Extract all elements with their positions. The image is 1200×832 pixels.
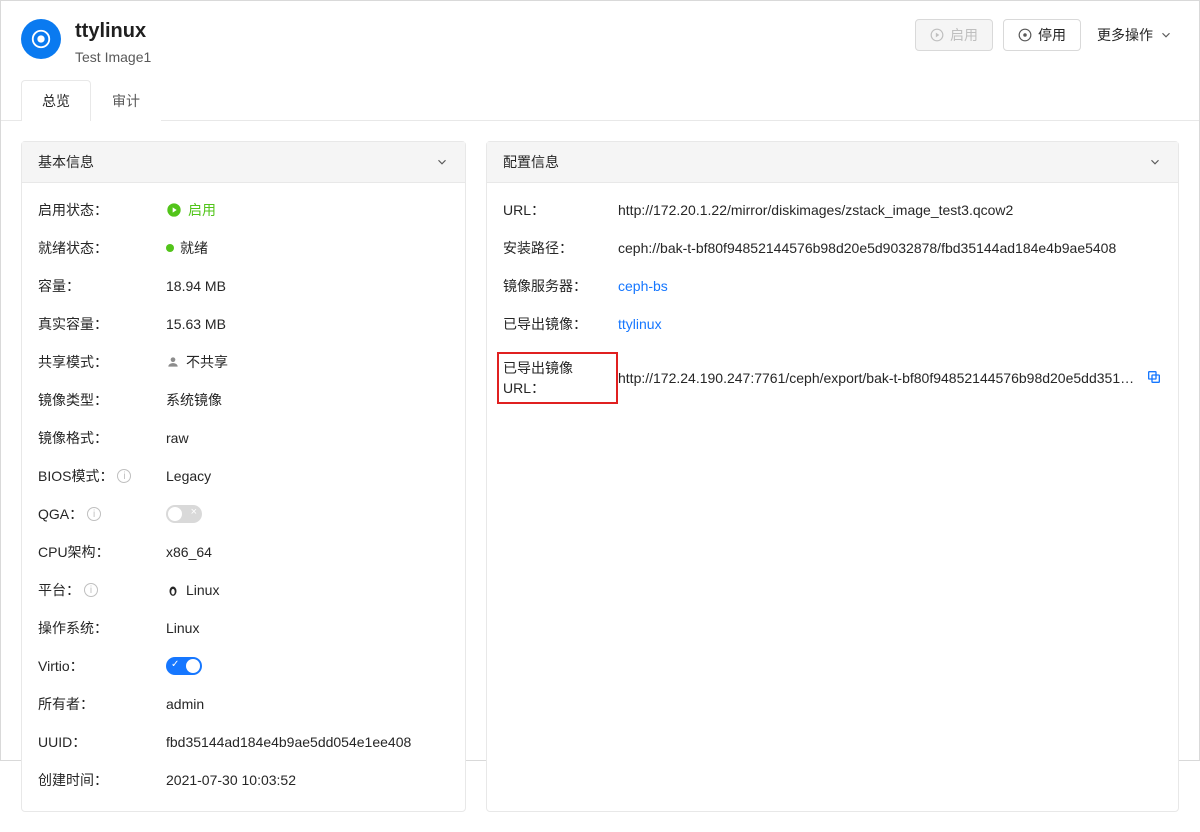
row-size: 容量 18.94 MB xyxy=(38,267,449,305)
row-actual-size: 真实容量 15.63 MB xyxy=(38,305,449,343)
row-virtio: Virtio xyxy=(38,647,449,685)
chevron-down-icon xyxy=(435,155,449,169)
tab-overview[interactable]: 总览 xyxy=(21,80,91,121)
row-enable-status: 启用状态 启用 xyxy=(38,191,449,229)
row-platform: 平台 i Linux xyxy=(38,571,449,609)
row-cpu-arch: CPU架构 x86_64 xyxy=(38,533,449,571)
stop-icon xyxy=(1018,28,1032,42)
info-icon[interactable]: i xyxy=(87,507,101,521)
config-info-panel: 配置信息 URL http://172.20.1.22/mirror/diski… xyxy=(486,141,1179,812)
chevron-down-icon xyxy=(1159,28,1173,42)
page-title: ttylinux xyxy=(75,19,901,43)
linux-icon xyxy=(166,583,180,597)
more-actions-button[interactable]: 更多操作 xyxy=(1091,19,1179,51)
basic-info-panel: 基本信息 启用状态 启用 就绪状态 就绪 xyxy=(21,141,466,812)
enable-button: 启用 xyxy=(915,19,993,51)
qga-toggle[interactable] xyxy=(166,505,202,523)
chevron-down-icon xyxy=(1148,155,1162,169)
disable-button[interactable]: 停用 xyxy=(1003,19,1081,51)
row-mirror-server: 镜像服务器 ceph-bs xyxy=(503,267,1162,305)
basic-info-header[interactable]: 基本信息 xyxy=(22,142,465,183)
row-image-type: 镜像类型 系统镜像 xyxy=(38,381,449,419)
row-exported-image: 已导出镜像 ttylinux xyxy=(503,305,1162,343)
image-logo-icon xyxy=(21,19,61,59)
row-os: 操作系统 Linux xyxy=(38,609,449,647)
page-header: ttylinux Test Image1 启用 停用 更多操作 xyxy=(1,1,1199,79)
page-subtitle: Test Image1 xyxy=(75,49,901,65)
virtio-toggle[interactable] xyxy=(166,657,202,675)
copy-icon[interactable] xyxy=(1146,370,1162,386)
play-circle-icon xyxy=(166,202,182,218)
basic-info-body: 启用状态 启用 就绪状态 就绪 容量 18.94 MB xyxy=(22,183,465,811)
row-created: 创建时间 2021-07-30 10:03:52 xyxy=(38,761,449,799)
user-icon xyxy=(166,355,180,369)
row-exported-url: 已导出镜像URL http://172.24.190.247:7761/ceph… xyxy=(503,343,1162,413)
info-icon[interactable]: i xyxy=(84,583,98,597)
row-qga: QGA i xyxy=(38,495,449,533)
config-info-body: URL http://172.20.1.22/mirror/diskimages… xyxy=(487,183,1178,425)
status-dot-green xyxy=(166,244,174,252)
exported-url-label-highlight: 已导出镜像URL xyxy=(497,352,618,404)
title-block: ttylinux Test Image1 xyxy=(75,19,901,65)
tab-audit[interactable]: 审计 xyxy=(91,80,161,121)
row-share-mode: 共享模式 不共享 xyxy=(38,343,449,381)
config-info-header[interactable]: 配置信息 xyxy=(487,142,1178,183)
exported-image-link[interactable]: ttylinux xyxy=(618,316,662,332)
config-info-title: 配置信息 xyxy=(503,152,559,172)
info-icon[interactable]: i xyxy=(117,469,131,483)
row-install-path: 安装路径 ceph://bak-t-bf80f94852144576b98d20… xyxy=(503,229,1162,267)
header-actions: 启用 停用 更多操作 xyxy=(915,19,1179,51)
play-icon xyxy=(930,28,944,42)
tabs: 总览 审计 xyxy=(1,79,1199,121)
row-image-format: 镜像格式 raw xyxy=(38,419,449,457)
row-ready-status: 就绪状态 就绪 xyxy=(38,229,449,267)
exported-url-value: http://172.24.190.247:7761/ceph/export/b… xyxy=(618,370,1162,386)
status-enabled: 启用 xyxy=(166,200,216,220)
row-uuid: UUID fbd35144ad184e4b9ae5dd054e1ee408 xyxy=(38,723,449,761)
row-owner: 所有者 admin xyxy=(38,685,449,723)
row-url: URL http://172.20.1.22/mirror/diskimages… xyxy=(503,191,1162,229)
basic-info-title: 基本信息 xyxy=(38,152,94,172)
row-bios-mode: BIOS模式 i Legacy xyxy=(38,457,449,495)
content: 基本信息 启用状态 启用 就绪状态 就绪 xyxy=(1,121,1199,832)
mirror-server-link[interactable]: ceph-bs xyxy=(618,278,668,294)
